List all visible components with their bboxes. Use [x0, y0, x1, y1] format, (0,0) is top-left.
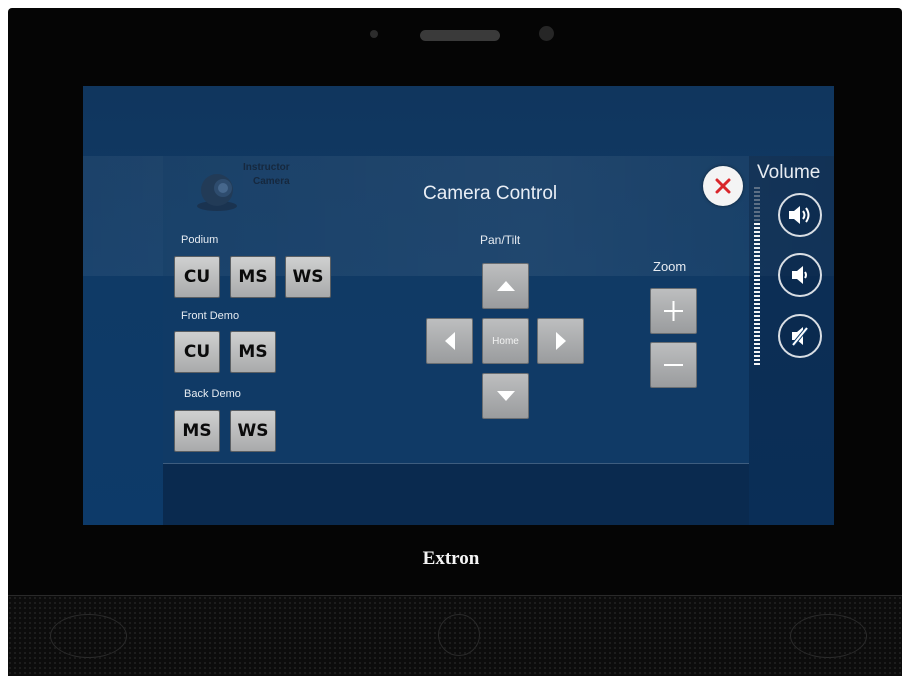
meter-segment — [754, 351, 760, 353]
camera-badge-line1: Instructor — [243, 162, 290, 173]
meter-segment — [754, 323, 760, 325]
preset-back-ms[interactable]: MS — [174, 410, 220, 452]
preset-front-cu[interactable]: CU — [174, 331, 220, 373]
arrow-down-icon — [496, 391, 515, 401]
volume-meter — [754, 186, 760, 366]
meter-segment — [754, 187, 760, 189]
meter-segment — [754, 211, 760, 213]
arrow-left-icon — [444, 332, 455, 350]
touch-screen: Instructor Camera Camera Control Podium … — [83, 86, 834, 525]
group-label-podium: Podium — [181, 234, 219, 246]
meter-segment — [754, 287, 760, 289]
pan-tilt-label: Pan/Tilt — [480, 233, 521, 247]
camera-icon — [197, 174, 237, 211]
mute-icon — [791, 326, 809, 347]
tilt-down-button[interactable] — [482, 373, 529, 419]
meter-segment — [754, 311, 760, 313]
camera-lens — [539, 26, 554, 41]
meter-segment — [754, 239, 760, 241]
preset-podium-ws[interactable]: WS — [285, 256, 331, 298]
volume-up-button[interactable] — [778, 193, 822, 237]
meter-segment — [754, 283, 760, 285]
preset-podium-ms[interactable]: MS — [230, 256, 276, 298]
tilt-up-button[interactable] — [482, 263, 529, 309]
meter-segment — [754, 267, 760, 269]
grille-oval-right — [790, 614, 867, 658]
meter-segment — [754, 299, 760, 301]
meter-segment — [754, 359, 760, 361]
zoom-in-button[interactable] — [650, 288, 697, 334]
preset-back-ws[interactable]: WS — [230, 410, 276, 452]
meter-segment — [754, 275, 760, 277]
preset-front-ms[interactable]: MS — [230, 331, 276, 373]
meter-segment — [754, 279, 760, 281]
plus-icon — [664, 301, 683, 321]
meter-segment — [754, 303, 760, 305]
close-icon — [715, 178, 731, 194]
meter-segment — [754, 227, 760, 229]
meter-segment — [754, 219, 760, 221]
meter-segment — [754, 315, 760, 317]
close-button[interactable] — [703, 166, 743, 206]
meter-segment — [754, 263, 760, 265]
meter-segment — [754, 271, 760, 273]
meter-segment — [754, 335, 760, 337]
group-label-front-demo: Front Demo — [181, 310, 240, 322]
pan-right-button[interactable] — [537, 318, 584, 364]
camera-badge-line2: Camera — [253, 176, 290, 187]
footer-bar — [163, 463, 749, 525]
page-title: Camera Control — [423, 183, 558, 204]
meter-segment — [754, 207, 760, 209]
volume-up-icon — [789, 206, 810, 224]
meter-segment — [754, 295, 760, 297]
meter-segment — [754, 235, 760, 237]
meter-segment — [754, 231, 760, 233]
meter-segment — [754, 199, 760, 201]
meter-segment — [754, 223, 760, 225]
meter-segment — [754, 331, 760, 333]
meter-segment — [754, 259, 760, 261]
arrow-up-icon — [496, 281, 515, 291]
meter-segment — [754, 347, 760, 349]
grille-oval-left — [50, 614, 127, 658]
meter-segment — [754, 203, 760, 205]
meter-segment — [754, 215, 760, 217]
meter-segment — [754, 327, 760, 329]
grille-oval-center — [438, 614, 480, 656]
meter-segment — [754, 307, 760, 309]
meter-segment — [754, 191, 760, 193]
home-label: Home — [492, 335, 519, 347]
volume-down-icon — [792, 266, 807, 284]
home-button[interactable]: Home — [482, 318, 529, 364]
meter-segment — [754, 319, 760, 321]
meter-segment — [754, 363, 760, 365]
meter-segment — [754, 291, 760, 293]
volume-label: Volume — [757, 162, 821, 183]
preset-podium-cu[interactable]: CU — [174, 256, 220, 298]
minus-icon — [664, 364, 683, 366]
meter-segment — [754, 243, 760, 245]
mute-button[interactable] — [778, 314, 822, 358]
brand-logo: Extron — [422, 548, 480, 569]
zoom-label: Zoom — [653, 259, 687, 274]
meter-segment — [754, 339, 760, 341]
camera-badge: Instructor Camera — [191, 162, 311, 214]
meter-segment — [754, 247, 760, 249]
meter-segment — [754, 343, 760, 345]
arrow-right-icon — [555, 332, 566, 350]
volume-down-button[interactable] — [778, 253, 822, 297]
zoom-out-button[interactable] — [650, 342, 697, 388]
meter-segment — [754, 251, 760, 253]
earpiece-slot — [420, 30, 500, 41]
pan-left-button[interactable] — [426, 318, 473, 364]
sensor-dot — [370, 30, 378, 38]
meter-segment — [754, 355, 760, 357]
meter-segment — [754, 255, 760, 257]
meter-segment — [754, 195, 760, 197]
group-label-back-demo: Back Demo — [184, 388, 241, 400]
speaker-grille — [8, 595, 902, 676]
